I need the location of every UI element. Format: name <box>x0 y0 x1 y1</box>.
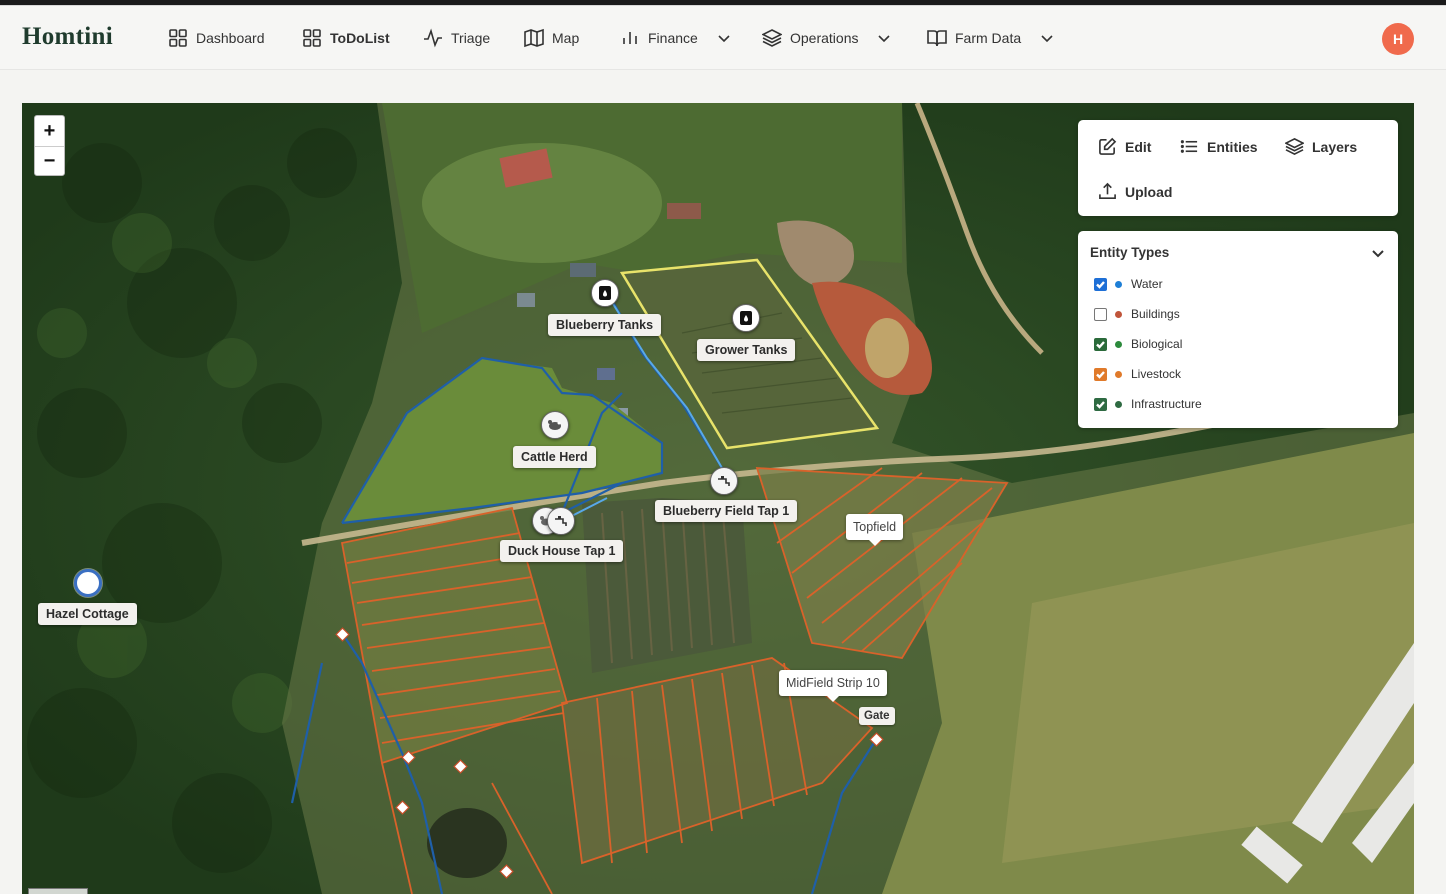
entity-type-row[interactable]: Biological <box>1094 337 1182 351</box>
tooltip-gate: Gate <box>859 707 895 725</box>
layers-label: Layers <box>1312 138 1358 155</box>
marker-label-blueberry-tanks[interactable]: Blueberry Tanks <box>548 314 662 336</box>
user-avatar[interactable]: H <box>1382 23 1414 55</box>
nav-finance-label: Finance <box>648 30 698 46</box>
top-navbar: Homtini Dashboard ToDoList Triage Map Fi… <box>0 6 1446 70</box>
nav-dashboard[interactable]: Dashboard <box>168 25 265 51</box>
entity-type-checkbox[interactable] <box>1094 277 1107 291</box>
book-icon <box>927 30 947 47</box>
nav-dashboard-label: Dashboard <box>196 30 265 46</box>
entity-type-label: Infrastructure <box>1131 397 1202 411</box>
entities-button[interactable]: Entities <box>1180 137 1258 156</box>
upload-icon <box>1099 182 1116 199</box>
nav-finance[interactable]: Finance <box>620 25 732 51</box>
marker-label-blueberry-field-tap[interactable]: Blueberry Field Tap 1 <box>655 500 798 522</box>
edit-button[interactable]: Edit <box>1098 137 1151 156</box>
layers-icon <box>1285 137 1304 156</box>
cattle-marker[interactable] <box>541 411 569 439</box>
zoom-out-button[interactable]: − <box>35 146 64 176</box>
chevron-down-icon[interactable] <box>1370 245 1386 261</box>
bar-chart-icon <box>623 32 637 44</box>
brand-logo[interactable]: Homtini <box>22 23 113 51</box>
layers-icon <box>762 29 782 47</box>
entity-type-label: Biological <box>1131 337 1183 351</box>
grid-icon <box>169 29 187 47</box>
satellite-imagery <box>22 103 1414 894</box>
tooltip-topfield: Topfield <box>846 514 904 546</box>
entities-label: Entities <box>1207 138 1258 155</box>
upload-label: Upload <box>1125 183 1173 200</box>
nav-farm-data[interactable]: Farm Data <box>927 25 1055 51</box>
nav-map-label: Map <box>552 30 580 46</box>
marker-label-grower-tanks[interactable]: Grower Tanks <box>697 339 796 361</box>
check-icon <box>1096 340 1105 349</box>
entity-type-checkbox[interactable] <box>1094 397 1107 411</box>
check-icon <box>1096 370 1105 379</box>
chevron-down-icon <box>878 35 891 43</box>
upload-button[interactable]: Upload <box>1098 182 1172 201</box>
water-tank-icon <box>740 311 752 325</box>
map-tools-panel: Edit Entities Layers Upload <box>1078 120 1398 216</box>
entity-type-color-dot <box>1115 400 1122 408</box>
nav-farm-data-label: Farm Data <box>955 30 1022 46</box>
nav-triage-label: Triage <box>451 30 491 46</box>
nav-operations[interactable]: Operations <box>762 25 892 51</box>
entity-types-panel: Entity Types Water Buildings Biological Liv… <box>1078 231 1398 428</box>
chevron-down-icon <box>718 35 730 43</box>
entity-types-title: Entity Types <box>1090 245 1170 260</box>
tap-icon <box>555 516 567 526</box>
nav-map[interactable]: Map <box>524 25 579 51</box>
chevron-down-icon <box>1041 35 1053 43</box>
scale-bar <box>28 888 88 894</box>
nav-triage[interactable]: Triage <box>423 25 490 51</box>
water-tank-marker[interactable] <box>591 279 619 307</box>
zoom-in-button[interactable]: + <box>35 116 64 146</box>
location-marker[interactable] <box>74 569 102 597</box>
entity-type-label: Water <box>1131 277 1163 291</box>
water-tank-marker[interactable] <box>732 304 760 332</box>
marker-label-hazel-cottage[interactable]: Hazel Cottage <box>38 603 137 625</box>
tap-icon <box>718 476 730 486</box>
map-canvas[interactable]: + − Blueberry Tanks Grower Tanks Cattle … <box>22 103 1414 894</box>
map-icon <box>524 28 544 48</box>
check-icon <box>1096 400 1105 409</box>
entity-type-row[interactable]: Livestock <box>1094 367 1181 381</box>
entity-type-color-dot <box>1115 340 1122 348</box>
list-icon <box>1180 140 1198 153</box>
tap-marker[interactable] <box>547 507 575 535</box>
cow-icon <box>548 420 561 430</box>
layers-button[interactable]: Layers <box>1285 137 1357 156</box>
grid-icon <box>303 29 321 47</box>
entity-type-row[interactable]: Water <box>1094 277 1163 291</box>
entity-type-color-dot <box>1115 370 1122 378</box>
entity-type-row[interactable]: Infrastructure <box>1094 397 1202 411</box>
activity-icon <box>424 28 442 48</box>
check-icon <box>1096 280 1105 289</box>
entity-type-color-dot <box>1115 310 1122 318</box>
edit-icon <box>1099 137 1117 155</box>
entity-type-label: Livestock <box>1131 367 1182 381</box>
entity-type-checkbox[interactable] <box>1094 367 1107 381</box>
marker-label-duck-house-tap[interactable]: Duck House Tap 1 <box>500 540 624 562</box>
water-tank-icon <box>599 286 611 300</box>
tooltip-midfield-strip: MidField Strip 10 <box>779 670 887 702</box>
edit-label: Edit <box>1125 138 1152 155</box>
tap-marker[interactable] <box>710 467 738 495</box>
entity-type-color-dot <box>1115 280 1122 288</box>
entity-type-label: Buildings <box>1131 307 1180 321</box>
marker-label-cattle-herd[interactable]: Cattle Herd <box>513 446 596 468</box>
zoom-control: + − <box>34 115 65 176</box>
entity-type-checkbox[interactable] <box>1094 307 1107 321</box>
nav-operations-label: Operations <box>790 30 859 46</box>
entity-type-row[interactable]: Buildings <box>1094 307 1180 321</box>
nav-todolist[interactable]: ToDoList <box>302 25 390 51</box>
nav-todolist-label: ToDoList <box>330 30 390 46</box>
entity-type-checkbox[interactable] <box>1094 337 1107 351</box>
